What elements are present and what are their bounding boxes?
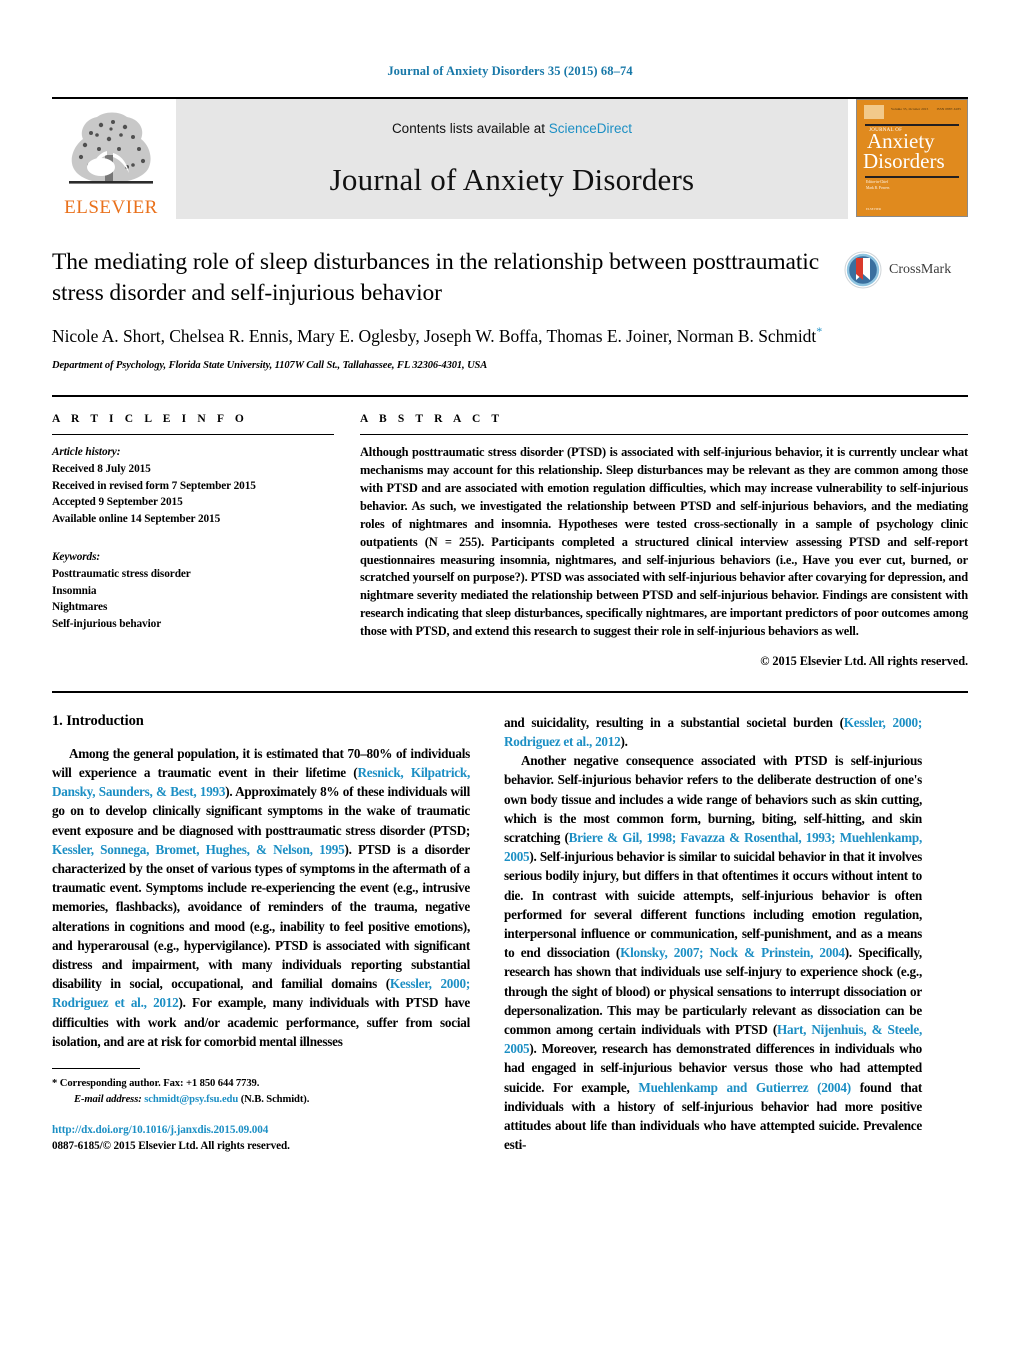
title-block: The mediating role of sleep disturbances… [52, 247, 968, 371]
contents-list-line: Contents lists available at ScienceDirec… [392, 121, 632, 136]
article-history-label: Article history: [52, 446, 121, 459]
paragraph: Among the general population, it is esti… [52, 744, 470, 1051]
article-info-column: A R T I C L E I N F O Article history: R… [52, 413, 352, 668]
text-segment: ). Self-injurious behavior is similar to… [504, 849, 922, 961]
body-left-column: 1. Introduction Among the general popula… [52, 713, 470, 1155]
email-link[interactable]: schmidt@psy.fsu.edu [144, 1094, 238, 1105]
cover-rule-bottom [865, 176, 959, 178]
keyword-item: Self-injurious behavior [52, 617, 162, 630]
abstract-heading: A B S T R A C T [360, 413, 504, 426]
abstract-column: A B S T R A C T Although posttraumatic s… [352, 413, 968, 668]
abstract-text: Although posttraumatic stress disorder (… [360, 445, 968, 638]
journal-cover-thumbnail[interactable]: Volume 35, October 2015 ISSN 0887-6185 J… [856, 99, 968, 217]
keyword-item: Insomnia [52, 584, 97, 597]
cover-editor-label: Editor-in-Chief [866, 180, 889, 184]
keywords-label: Keywords: [52, 551, 101, 564]
crossmark-label: CrossMark [889, 262, 952, 277]
doi-block: http://dx.doi.org/10.1016/j.janxdis.2015… [52, 1122, 470, 1154]
article-info-heading: A R T I C L E I N F O [52, 413, 248, 426]
footnote-marker: * [52, 1078, 58, 1090]
sciencedirect-link[interactable]: ScienceDirect [549, 121, 632, 136]
citation-link[interactable]: Muehlenkamp and Gutierrez (2004) [638, 1080, 851, 1095]
body-right-column: and suicidality, resulting in a substant… [504, 713, 922, 1155]
contents-prefix: Contents lists available at [391, 120, 549, 136]
email-note: E-mail address: schmidt@psy.fsu.edu (N.B… [52, 1092, 470, 1108]
elsevier-tree-icon [69, 112, 153, 184]
keyword-item: Posttraumatic stress disorder [52, 567, 191, 580]
keywords-block: Keywords: Posttraumatic stress disorder … [52, 549, 334, 632]
affiliation: Department of Psychology, Florida State … [52, 360, 488, 372]
history-item: Received 8 July 2015 [52, 462, 151, 475]
corresponding-author-marker: * [816, 324, 823, 339]
cover-rule-top [865, 124, 959, 126]
cover-title-line2: Disorders [863, 149, 945, 173]
page-title: The mediating role of sleep disturbances… [52, 249, 820, 306]
paragraph: and suicidality, resulting in a substant… [504, 713, 922, 751]
corresponding-author-note: * Corresponding author. Fax: +1 850 644 … [52, 1076, 470, 1092]
text-segment: ). [620, 734, 628, 750]
history-item: Received in revised form 7 September 201… [52, 479, 256, 492]
journal-masthead: ELSEVIER Contents lists available at Sci… [52, 97, 968, 219]
keyword-item: Nightmares [52, 601, 108, 614]
cover-top-right-text: ISSN 0887-6185 [936, 107, 961, 111]
author-list: Nicole A. Short, Chelsea R. Ennis, Mary … [52, 323, 838, 348]
crossmark-icon [844, 251, 882, 289]
history-item: Accepted 9 September 2015 [52, 496, 183, 509]
running-head: Journal of Anxiety Disorders 35 (2015) 6… [387, 64, 633, 78]
elsevier-wordmark: ELSEVIER [64, 197, 158, 218]
body-columns: 1. Introduction Among the general popula… [52, 690, 968, 1155]
abstract-rule [360, 434, 968, 436]
cover-publisher-name: ELSEVIER [866, 207, 882, 211]
journal-banner: Contents lists available at ScienceDirec… [176, 99, 848, 219]
crossmark-badge[interactable]: CrossMark [844, 251, 968, 289]
footnote-text: Corresponding author. Fax: +1 850 644 77… [59, 1078, 260, 1090]
text-segment: and suicidality, resulting in a substant… [504, 714, 844, 730]
cover-top-mid-text: Volume 35, October 2015 [891, 107, 929, 111]
article-page: Journal of Anxiety Disorders 35 (2015) 6… [0, 0, 1020, 1351]
doi-link[interactable]: http://dx.doi.org/10.1016/j.janxdis.2015… [52, 1122, 470, 1138]
cover-publisher-mark [864, 105, 884, 119]
info-abstract-section: A R T I C L E I N F O Article history: R… [52, 395, 968, 668]
elsevier-logo[interactable]: ELSEVIER [52, 99, 170, 219]
footnote-block: * Corresponding author. Fax: +1 850 644 … [52, 1068, 470, 1154]
cover-editor-name: Mark B. Powers [866, 186, 890, 190]
journal-title: Journal of Anxiety Disorders [329, 161, 695, 197]
author-names: Nicole A. Short, Chelsea R. Ennis, Mary … [52, 325, 817, 346]
email-owner: (N.B. Schmidt). [240, 1094, 310, 1106]
citation-link[interactable]: Kessler, Sonnega, Bromet, Hughes, & Nels… [52, 842, 345, 857]
article-history-block: Article history: Received 8 July 2015 Re… [52, 444, 334, 527]
email-label: E-mail address: [74, 1094, 142, 1106]
citation-link[interactable]: Klonsky, 2007; Nock & Prinstein, 2004 [620, 945, 845, 960]
paragraph: Another negative consequence associated … [504, 751, 922, 1154]
footnote-rule [52, 1068, 140, 1070]
abstract-copyright: © 2015 Elsevier Ltd. All rights reserved… [760, 653, 968, 668]
text-segment: ). PTSD is a disorder characterized by t… [52, 841, 471, 992]
article-info-rule [52, 434, 334, 436]
issn-copyright-line: 0887-6185/© 2015 Elsevier Ltd. All right… [52, 1140, 290, 1153]
history-item: Available online 14 September 2015 [52, 512, 221, 525]
section-heading-introduction: 1. Introduction [52, 712, 144, 729]
